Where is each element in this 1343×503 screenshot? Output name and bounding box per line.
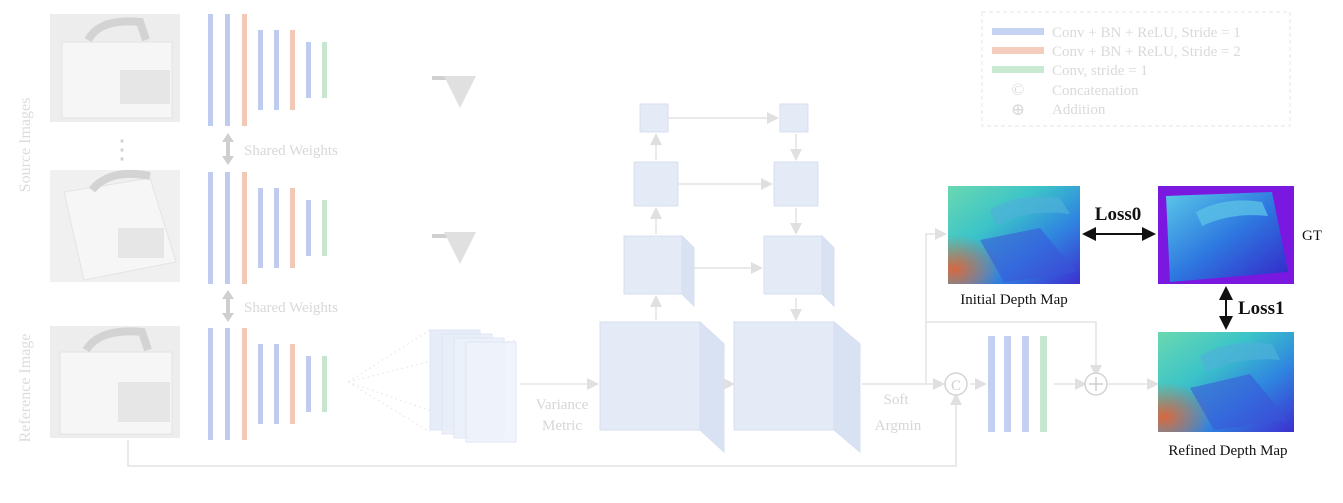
- feature-stack-1: [208, 14, 327, 126]
- legend-text-conv: Conv, stride = 1: [1052, 63, 1148, 79]
- legend-text-concat: Concatenation: [1052, 83, 1139, 99]
- loss1-label: Loss1: [1238, 298, 1284, 319]
- legend-text-add: Addition: [1052, 102, 1106, 118]
- initial-depth-map: [948, 186, 1080, 284]
- shared-weights-label-1: Shared Weights: [244, 143, 338, 159]
- warp-arrow-1: [432, 76, 476, 108]
- reference-image-label: Reference Image: [17, 334, 34, 443]
- feature-stack-2: [208, 172, 327, 284]
- concatenation-node: C: [944, 372, 968, 396]
- warp-arrow-2: [432, 232, 476, 264]
- svg-text:C: C: [951, 378, 961, 394]
- shared-weights-arrow-2: [222, 290, 234, 322]
- soft-argmin-label-2: Argmin: [875, 418, 922, 434]
- addition-node: [1084, 372, 1108, 396]
- legend-symbol-add: ⊕: [1011, 100, 1025, 119]
- source-image-1: [50, 14, 180, 122]
- soft-argmin-label-1: Soft: [883, 392, 909, 408]
- initial-depth-map-label: Initial Depth Map: [960, 292, 1067, 308]
- legend-text-stride2: Conv + BN + ReLU, Stride = 2: [1052, 44, 1241, 60]
- shared-weights-arrow-1: [222, 133, 234, 165]
- reference-image: [50, 326, 180, 438]
- refined-depth-map: [1158, 332, 1294, 432]
- gt-label: GT: [1302, 228, 1322, 244]
- legend-box: © ⊕ Conv + BN + ReLU, Stride = 1 Conv + …: [981, 11, 1291, 127]
- legend-symbol-concat: ©: [1012, 80, 1025, 99]
- legend-swatch-conv: [992, 66, 1044, 73]
- variance-label-1: Variance: [536, 397, 589, 413]
- cost-volume: [347, 329, 517, 443]
- unet-cubes: [598, 103, 862, 454]
- legend-swatch-stride1: [992, 28, 1044, 35]
- ellipsis-dots: ⋮: [109, 135, 135, 164]
- refinement-stack: [988, 336, 1047, 432]
- legend-text-stride1: Conv + BN + ReLU, Stride = 1: [1052, 25, 1241, 41]
- refined-depth-map-label: Refined Depth Map: [1168, 443, 1287, 459]
- shared-weights-label-2: Shared Weights: [244, 300, 338, 316]
- gt-depth-map: [1158, 186, 1294, 284]
- loss0-label: Loss0: [1095, 204, 1141, 225]
- feature-stack-3: [208, 328, 327, 440]
- network-diagram: Source Images Reference Image ⋮ Shared W…: [0, 0, 1343, 503]
- variance-label-2: Metric: [542, 418, 582, 434]
- legend-swatch-stride2: [992, 47, 1044, 54]
- source-images-label: Source Images: [17, 98, 34, 193]
- source-image-2: [50, 169, 180, 282]
